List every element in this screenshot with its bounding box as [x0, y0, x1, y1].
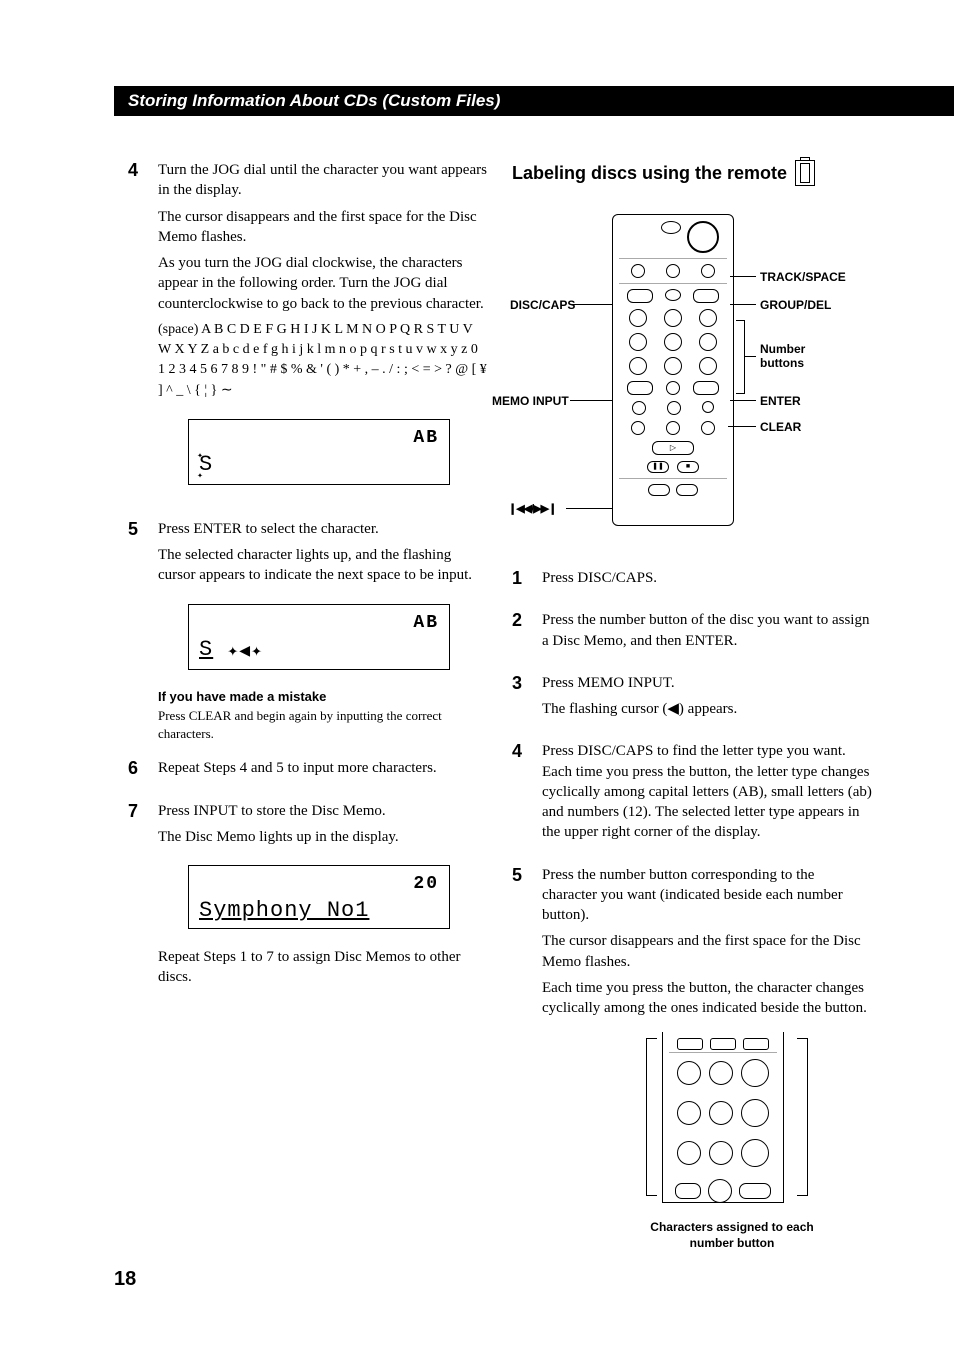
bracket-right — [797, 1038, 808, 1196]
r-step-5: 5 Press the number button corresponding … — [512, 865, 872, 1252]
remote-section-title: Labeling discs using the remote — [512, 160, 872, 186]
step-number: 4 — [512, 741, 542, 848]
step-number: 6 — [128, 758, 158, 784]
step-body: Press the number button corresponding to… — [542, 865, 872, 1252]
leader-line — [570, 400, 612, 401]
step-body: Press DISC/CAPS. — [542, 568, 872, 594]
step-number: 5 — [128, 519, 158, 742]
r-step-2: 2 Press the number button of the disc yo… — [512, 610, 872, 657]
remote-body: ▷ ❚❚■ — [612, 214, 734, 526]
title-text: Labeling discs using the remote — [512, 163, 787, 184]
step-number: 7 — [128, 801, 158, 994]
step-text: Each time you press the button, the char… — [542, 978, 872, 1019]
step-4: 4 Turn the JOG dial until the character … — [128, 160, 488, 503]
label-number-buttons: Numberbuttons — [760, 342, 805, 371]
r-step-1: 1 Press DISC/CAPS. — [512, 568, 872, 594]
leader-line — [730, 400, 756, 401]
bracket — [736, 320, 745, 394]
step-body: Turn the JOG dial until the character yo… — [158, 160, 488, 503]
mistake-text: Press CLEAR and begin again by inputting… — [158, 707, 488, 742]
lcd-display: 20 Symphony No1 — [188, 865, 450, 929]
step-text: The cursor disappears and the first spac… — [542, 931, 872, 972]
step-text: Turn the JOG dial until the character yo… — [158, 160, 488, 201]
diagram-caption: Characters assigned to each number butto… — [632, 1220, 832, 1251]
step-number: 5 — [512, 865, 542, 1252]
label-enter: ENTER — [760, 394, 801, 408]
label-clear: CLEAR — [760, 420, 801, 434]
step-text: The flashing cursor (◀) appears. — [542, 699, 872, 719]
lcd-text: S✦✦ — [199, 450, 439, 480]
lcd-display: AB S✦✦ — [188, 419, 450, 485]
label-memo-input: MEMO INPUT — [492, 394, 569, 408]
step-body: Press MEMO INPUT. The flashing cursor (◀… — [542, 673, 872, 726]
leader-line — [572, 304, 612, 305]
step-text: Press the number button of the disc you … — [542, 610, 872, 651]
mistake-heading: If you have made a mistake — [158, 688, 488, 706]
step-text: Press DISC/CAPS to find the letter type … — [542, 741, 872, 842]
lcd-corner: AB — [199, 426, 439, 450]
step-text: The cursor disappears and the first spac… — [158, 207, 488, 248]
section-header: Storing Information About CDs (Custom Fi… — [114, 86, 954, 116]
step-body: Press the number button of the disc you … — [542, 610, 872, 657]
leader-line — [566, 508, 612, 509]
step-number: 2 — [512, 610, 542, 657]
step-7: 7 Press INPUT to store the Disc Memo. Th… — [128, 801, 488, 994]
remote-icon — [795, 160, 815, 186]
step-body: Repeat Steps 4 and 5 to input more chara… — [158, 758, 488, 784]
label-prev-next: ❙◀◀/▶▶❙ — [508, 502, 556, 515]
step-text: Press INPUT to store the Disc Memo. — [158, 801, 488, 821]
label-track-space: TRACK/SPACE — [760, 270, 846, 284]
step-text: Press DISC/CAPS. — [542, 568, 872, 588]
step-body: Press INPUT to store the Disc Memo. The … — [158, 801, 488, 994]
step-number: 4 — [128, 160, 158, 503]
step-text: Repeat Steps 1 to 7 to assign Disc Memos… — [158, 947, 488, 988]
lcd-display: AB S ✦◀✦ — [188, 604, 450, 670]
number-button-diagram — [642, 1032, 812, 1212]
label-disc-caps: DISC/CAPS — [510, 298, 575, 312]
lcd-corner: 20 — [199, 872, 439, 896]
character-order: (space) A B C D E F G H I J K L M N O P … — [158, 320, 488, 401]
lcd-text: S ✦◀✦ — [199, 635, 439, 665]
remote-diagram: ▷ ❚❚■ DISC/CAPS MEMO INPUT ❙◀◀/▶▶❙ TRACK… — [512, 204, 872, 544]
step-text: Press MEMO INPUT. — [542, 673, 872, 693]
bracket-left — [646, 1038, 657, 1196]
step-6: 6 Repeat Steps 4 and 5 to input more cha… — [128, 758, 488, 784]
left-column: 4 Turn the JOG dial until the character … — [128, 160, 488, 1010]
r-step-3: 3 Press MEMO INPUT. The flashing cursor … — [512, 673, 872, 726]
step-text: Press ENTER to select the character. — [158, 519, 488, 539]
step-body: Press ENTER to select the character. The… — [158, 519, 488, 742]
step-5: 5 Press ENTER to select the character. T… — [128, 519, 488, 742]
leader-line — [730, 304, 756, 305]
leader-line — [730, 276, 756, 277]
step-text: The selected character lights up, and th… — [158, 545, 488, 586]
right-column: Labeling discs using the remote ▷ ❚❚■ DI… — [512, 160, 872, 1267]
step-text: The Disc Memo lights up in the display. — [158, 827, 488, 847]
step-number: 1 — [512, 568, 542, 594]
step-number: 3 — [512, 673, 542, 726]
label-group-del: GROUP/DEL — [760, 298, 831, 312]
leader-line — [728, 426, 756, 427]
lcd-text: Symphony No1 — [199, 896, 439, 926]
step-text: Repeat Steps 4 and 5 to input more chara… — [158, 758, 488, 778]
step-text: Press the number button corresponding to… — [542, 865, 872, 926]
page-number: 18 — [114, 1268, 136, 1291]
lcd-corner: AB — [199, 611, 439, 635]
r-step-4: 4 Press DISC/CAPS to find the letter typ… — [512, 741, 872, 848]
leader-line — [744, 356, 756, 357]
step-body: Press DISC/CAPS to find the letter type … — [542, 741, 872, 848]
step-text: As you turn the JOG dial clockwise, the … — [158, 253, 488, 314]
